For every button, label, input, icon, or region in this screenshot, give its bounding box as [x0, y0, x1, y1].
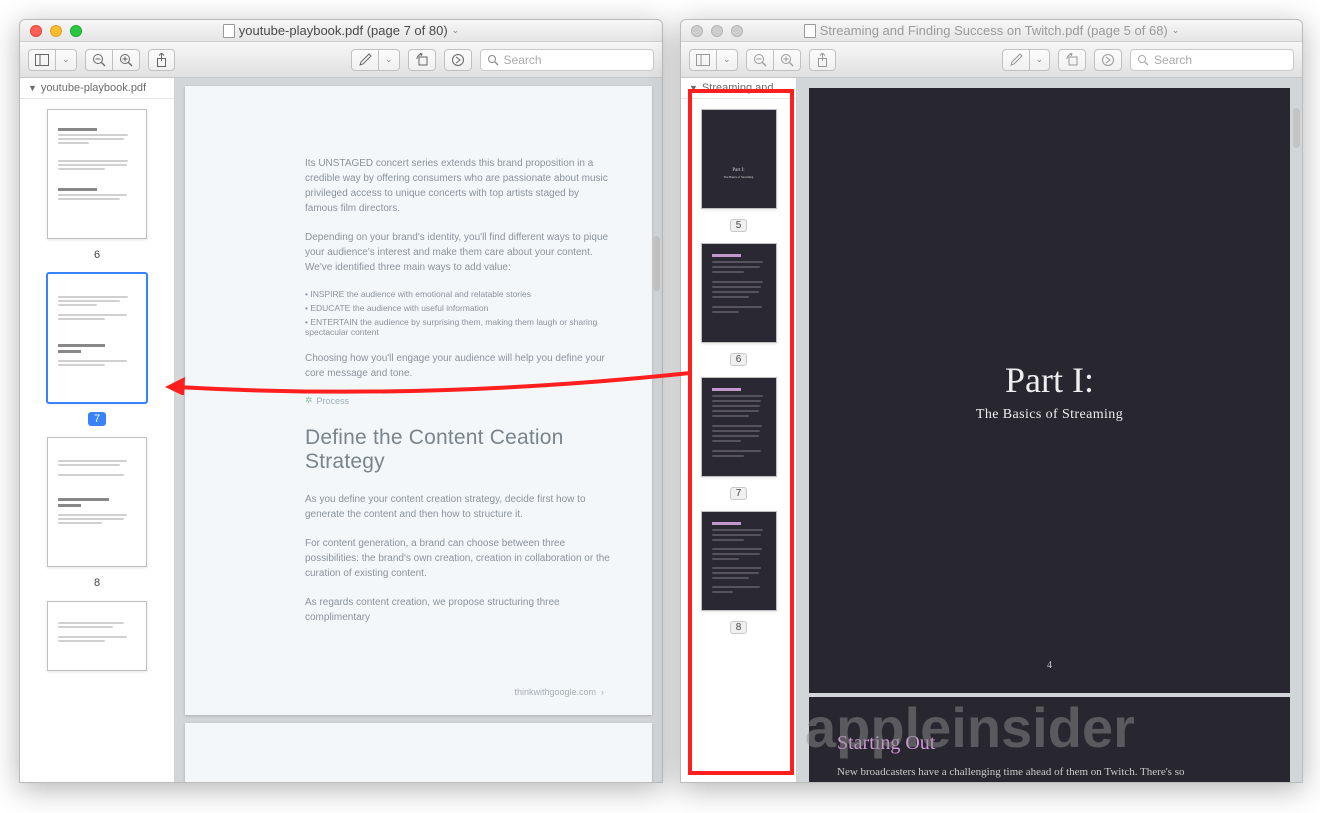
body-text: As regards content creation, we propose … — [305, 595, 612, 625]
search-field[interactable]: Search — [1130, 49, 1294, 71]
disclosure-triangle-icon[interactable]: ▼ — [689, 83, 698, 93]
main-scrollbar[interactable] — [653, 236, 660, 291]
preview-window-youtube: youtube-playbook.pdf (page 7 of 80) ⌄ ⌄ — [19, 19, 663, 783]
page-thumbnail-9[interactable] — [20, 601, 174, 671]
list-item: ENTERTAIN the audience by surprising the… — [305, 317, 612, 337]
main-scrollbar[interactable] — [1293, 108, 1300, 148]
markup-toolbar-button[interactable] — [444, 49, 472, 71]
chapter-heading: Part I: — [1005, 359, 1094, 401]
search-field[interactable]: Search — [480, 49, 654, 71]
toolbar: ⌄ ⌄ Search — [20, 42, 662, 78]
thumbnail-sidebar: ▼ youtube-playbook.pdf 6 7 8 — [20, 78, 175, 782]
page-number-label: 6 — [730, 353, 748, 366]
sidebar-header[interactable]: ▼ youtube-playbook.pdf — [20, 78, 174, 99]
page-thumbnail-7[interactable]: 7 — [681, 377, 796, 501]
zoom-button[interactable] — [70, 25, 82, 37]
view-mode-button[interactable] — [689, 49, 717, 71]
sidebar-title: Streaming and... — [702, 82, 783, 94]
disclosure-triangle-icon[interactable]: ▼ — [28, 83, 37, 93]
page-number-label: 7 — [88, 412, 106, 426]
page-thumbnail-5[interactable]: Part I:The Basics of Streaming 5 — [681, 109, 796, 233]
document-page-8: types of content in the following framew… — [185, 723, 652, 782]
page-thumbnail-8[interactable]: 8 — [20, 437, 174, 591]
traffic-lights — [681, 25, 743, 37]
search-icon — [487, 54, 499, 66]
page-number: 4 — [1047, 660, 1052, 671]
process-label: ✲Process — [305, 395, 612, 406]
thumbnail-list[interactable]: 6 7 8 — [20, 99, 174, 782]
window-title: youtube-playbook.pdf (page 7 of 80) ⌄ — [20, 23, 662, 38]
minimize-button[interactable] — [711, 25, 723, 37]
zoom-in-button[interactable] — [113, 49, 140, 71]
page-footer: thinkwithgoogle.com — [514, 687, 596, 697]
thumbnail-list[interactable]: Part I:The Basics of Streaming 5 6 7 — [681, 99, 796, 782]
chapter-subheading: The Basics of Streaming — [976, 407, 1123, 423]
body-text: Depending on your brand's identity, you'… — [305, 230, 612, 275]
page-number-label: 5 — [730, 219, 748, 232]
markup-dropdown[interactable]: ⌄ — [379, 49, 400, 71]
page-thumbnail-8[interactable]: 8 — [681, 511, 796, 635]
section-heading: Define the Content Ceation Strategy — [305, 426, 612, 474]
rotate-button[interactable] — [1058, 49, 1086, 71]
sidebar-title: youtube-playbook.pdf — [41, 82, 146, 94]
document-view[interactable]: Part I: The Basics of Streaming 4 Starti… — [797, 78, 1302, 782]
document-view[interactable]: Its UNSTAGED concert series extends this… — [175, 78, 662, 782]
title-chevron-icon[interactable]: ⌄ — [1172, 25, 1180, 36]
preview-window-twitch: Streaming and Finding Success on Twitch.… — [680, 19, 1303, 783]
view-mode-dropdown[interactable]: ⌄ — [717, 49, 738, 71]
list-item: EDUCATE the audience with useful informa… — [305, 303, 612, 313]
markup-toolbar-button[interactable] — [1094, 49, 1122, 71]
body-text: As you define your content creation stra… — [305, 492, 612, 522]
close-button[interactable] — [30, 25, 42, 37]
page-thumbnail-7[interactable]: 7 — [20, 273, 174, 427]
page-thumbnail-6[interactable]: 6 — [681, 243, 796, 367]
page-thumbnail-6[interactable]: 6 — [20, 109, 174, 263]
share-button[interactable] — [809, 49, 836, 71]
list-item: INSPIRE the audience with emotional and … — [305, 289, 612, 299]
zoom-out-button[interactable] — [746, 49, 774, 71]
rotate-button[interactable] — [408, 49, 436, 71]
watermark: appleinsider — [805, 695, 1135, 760]
title-chevron-icon[interactable]: ⌄ — [452, 25, 460, 36]
zoom-in-button[interactable] — [774, 49, 801, 71]
view-mode-dropdown[interactable]: ⌄ — [56, 49, 77, 71]
document-page-5: Part I: The Basics of Streaming 4 — [809, 88, 1290, 693]
window-title: Streaming and Finding Success on Twitch.… — [681, 23, 1302, 38]
view-mode-button[interactable] — [28, 49, 56, 71]
search-icon — [1137, 54, 1149, 66]
page-number-label: 8 — [88, 576, 106, 590]
titlebar[interactable]: Streaming and Finding Success on Twitch.… — [681, 20, 1302, 42]
share-button[interactable] — [148, 49, 175, 71]
markup-pencil-button[interactable] — [1002, 49, 1030, 71]
document-icon — [223, 24, 235, 38]
sidebar-header[interactable]: ▼ Streaming and... — [681, 78, 796, 99]
document-icon — [804, 24, 816, 38]
zoom-button[interactable] — [731, 25, 743, 37]
markup-dropdown[interactable]: ⌄ — [1030, 49, 1051, 71]
traffic-lights — [20, 25, 82, 37]
toolbar: ⌄ ⌄ Search — [681, 42, 1302, 78]
zoom-out-button[interactable] — [85, 49, 113, 71]
titlebar[interactable]: youtube-playbook.pdf (page 7 of 80) ⌄ — [20, 20, 662, 42]
minimize-button[interactable] — [50, 25, 62, 37]
body-text: Choosing how you'll engage your audience… — [305, 351, 612, 381]
thumbnail-sidebar: ▼ Streaming and... Part I:The Basics of … — [681, 78, 797, 782]
page-number-label: 7 — [730, 487, 748, 500]
page-number-label: 8 — [730, 621, 748, 634]
body-text: For content generation, a brand can choo… — [305, 536, 612, 581]
markup-pencil-button[interactable] — [351, 49, 379, 71]
body-text: Its UNSTAGED concert series extends this… — [305, 156, 612, 216]
document-page-7: Its UNSTAGED concert series extends this… — [185, 86, 652, 715]
close-button[interactable] — [691, 25, 703, 37]
page-number-label: 6 — [88, 248, 106, 262]
body-text: New broadcasters have a challenging time… — [837, 765, 1262, 780]
